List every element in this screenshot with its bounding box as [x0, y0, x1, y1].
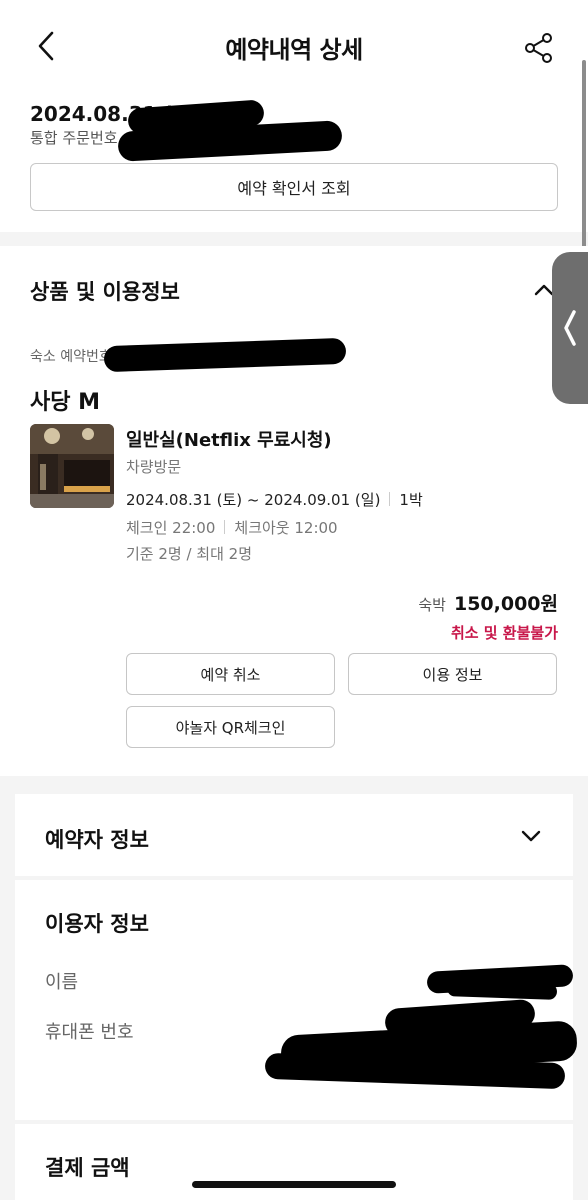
order-number-label: 통합 주문번호	[30, 129, 118, 147]
stay-period: 2024.08.31 (토) ~ 2024.09.01 (일) 1박	[126, 489, 423, 510]
name-label: 이름	[45, 972, 79, 993]
hotel-reservation-label: 숙소 예약번호	[30, 349, 112, 365]
room-thumbnail[interactable]	[30, 424, 114, 508]
app-header: 예약내역 상세	[0, 0, 588, 92]
nights: 1박	[399, 491, 423, 509]
share-button[interactable]	[518, 28, 558, 68]
order-summary-area: 예약내역 상세 2024.08.31 (토) 통합 주문번호 예약 확인서 조회	[0, 0, 588, 232]
home-indicator	[192, 1181, 396, 1188]
redacted-hotel-reservation-number	[103, 337, 347, 373]
side-panel-handle[interactable]	[552, 252, 588, 404]
divider	[224, 520, 226, 534]
booker-info-title: 예약자 정보	[45, 828, 149, 852]
price-value: 150,000원	[453, 593, 558, 615]
page-title: 예약내역 상세	[225, 36, 363, 64]
refund-policy-note: 취소 및 환불불가	[450, 624, 558, 642]
checkin-time: 체크인 22:00	[126, 519, 216, 537]
visit-type: 차량방문	[126, 458, 182, 476]
price-row: 숙박 150,000원	[418, 589, 558, 616]
divider	[389, 492, 391, 506]
payment-card: 결제 금액	[15, 1124, 573, 1200]
qr-checkin-button[interactable]: 야놀자 QR체크인	[126, 706, 335, 748]
user-info-card: 이용자 정보 이름 휴대폰 번호	[15, 880, 578, 1120]
product-section-title: 상품 및 이용정보	[30, 280, 180, 304]
checkout-time: 체크아웃 12:00	[234, 519, 338, 537]
booker-info-card[interactable]: 예약자 정보	[15, 794, 573, 876]
user-info-title: 이용자 정보	[45, 912, 149, 936]
share-icon	[525, 33, 552, 63]
redacted-user-name-2	[446, 980, 558, 1000]
room-name: 일반실(Netflix 무료시청)	[126, 430, 332, 451]
checkin-checkout: 체크인 22:00 체크아웃 12:00	[126, 517, 338, 538]
phone-label: 휴대폰 번호	[45, 1022, 134, 1043]
price-label: 숙박	[418, 596, 446, 614]
stay-dates: 2024.08.31 (토) ~ 2024.09.01 (일)	[126, 491, 381, 509]
hotel-name: 사당 M	[30, 390, 101, 415]
chevron-down-icon[interactable]	[517, 822, 545, 850]
cancel-reservation-button[interactable]: 예약 취소	[126, 653, 335, 695]
chevron-left-icon	[564, 310, 576, 346]
confirmation-view-button[interactable]: 예약 확인서 조회	[30, 163, 558, 211]
product-usage-section: 상품 및 이용정보 숙소 예약번호 사당 M 일반실(Netflix 무료시청)…	[0, 246, 588, 776]
payment-title: 결제 금액	[45, 1156, 130, 1180]
guest-capacity: 기준 2명 / 최대 2명	[126, 545, 253, 563]
usage-info-button[interactable]: 이용 정보	[348, 653, 557, 695]
